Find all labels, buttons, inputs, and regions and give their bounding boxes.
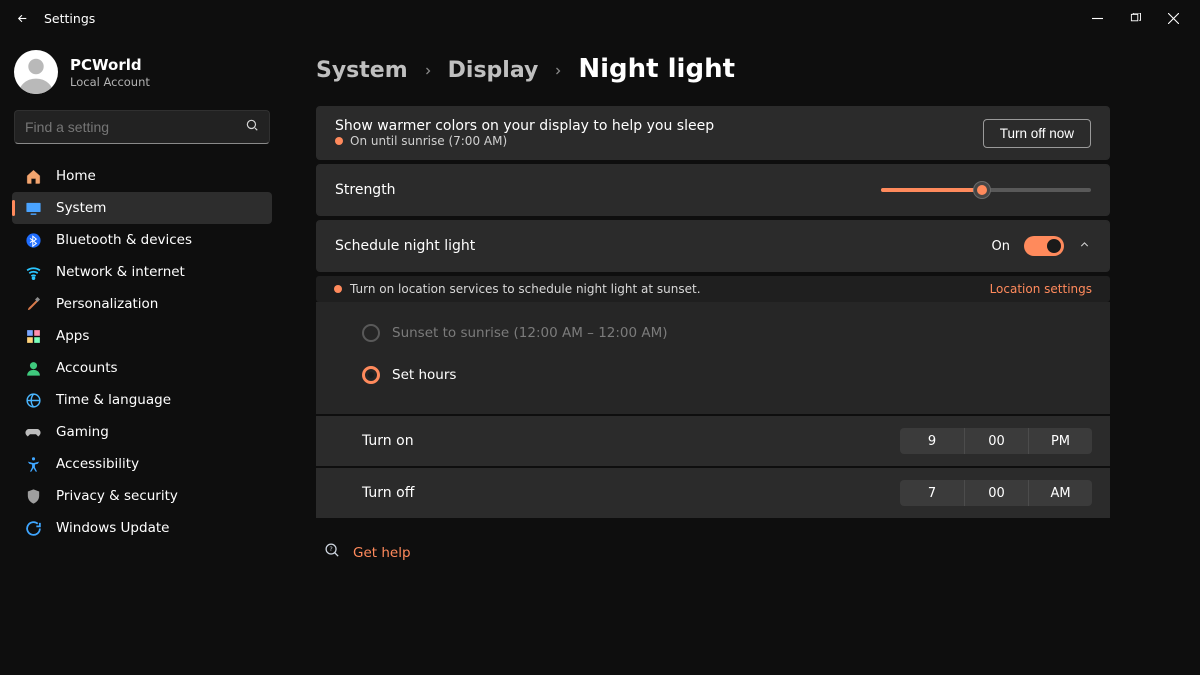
schedule-label: Schedule night light <box>335 238 475 254</box>
turn-off-time-picker[interactable]: 7 00 AM <box>900 480 1092 506</box>
sidebar-item-gaming[interactable]: Gaming <box>12 416 272 448</box>
sidebar-item-label: Time & language <box>56 392 171 408</box>
night-light-description: Show warmer colors on your display to he… <box>335 118 714 134</box>
strength-label: Strength <box>335 182 396 198</box>
sidebar-item-label: Windows Update <box>56 520 169 536</box>
breadcrumb-display[interactable]: Display <box>448 58 539 83</box>
schedule-toggle[interactable] <box>1024 236 1064 256</box>
user-name: PCWorld <box>70 56 150 74</box>
chevron-up-icon[interactable] <box>1078 238 1091 255</box>
sidebar-item-label: Apps <box>56 328 89 344</box>
sidebar-item-accounts[interactable]: Accounts <box>12 352 272 384</box>
get-help-link[interactable]: ? Get help <box>316 518 1110 563</box>
turn-on-row: Turn on 9 00 PM <box>316 416 1110 466</box>
radio-set-hours[interactable]: Set hours <box>362 354 1092 396</box>
sidebar-item-label: Bluetooth & devices <box>56 232 192 248</box>
banner-text: Turn on location services to schedule ni… <box>350 282 701 296</box>
turn-off-ampm[interactable]: AM <box>1028 480 1092 506</box>
turn-on-minute[interactable]: 00 <box>964 428 1028 454</box>
turn-off-row: Turn off 7 00 AM <box>316 468 1110 518</box>
radio-icon <box>362 366 380 384</box>
sidebar-item-label: Personalization <box>56 296 158 312</box>
location-services-banner: Turn on location services to schedule ni… <box>316 276 1110 302</box>
turn-off-label: Turn off <box>362 485 414 501</box>
sidebar-item-label: Accounts <box>56 360 118 376</box>
window-maximize-button[interactable] <box>1116 4 1154 32</box>
radio-icon <box>362 324 380 342</box>
bluetooth-icon <box>24 231 42 249</box>
sidebar-item-accessibility[interactable]: Accessibility <box>12 448 272 480</box>
home-icon <box>24 167 42 185</box>
chevron-right-icon <box>552 62 564 81</box>
wifi-icon <box>24 263 42 281</box>
sidebar-item-personalization[interactable]: Personalization <box>12 288 272 320</box>
location-settings-link[interactable]: Location settings <box>990 282 1092 296</box>
search-box[interactable] <box>14 110 270 144</box>
sidebar-item-bluetooth[interactable]: Bluetooth & devices <box>12 224 272 256</box>
get-help-label: Get help <box>353 545 411 561</box>
turn-on-ampm[interactable]: PM <box>1028 428 1092 454</box>
chevron-right-icon <box>422 62 434 81</box>
sidebar-item-label: Gaming <box>56 424 109 440</box>
sidebar-item-windows-update[interactable]: Windows Update <box>12 512 272 544</box>
radio-sunset-to-sunrise: Sunset to sunrise (12:00 AM – 12:00 AM) <box>362 312 1092 354</box>
svg-text:?: ? <box>329 545 332 553</box>
maximize-icon <box>1130 13 1141 24</box>
sidebar-item-apps[interactable]: Apps <box>12 320 272 352</box>
minimize-icon <box>1092 13 1103 24</box>
status-dot-icon <box>335 137 343 145</box>
sidebar-item-privacy[interactable]: Privacy & security <box>12 480 272 512</box>
search-input[interactable] <box>25 119 245 135</box>
system-icon <box>24 199 42 217</box>
help-icon: ? <box>324 542 341 563</box>
window-close-button[interactable] <box>1154 4 1192 32</box>
sidebar-item-label: Home <box>56 168 96 184</box>
turn-on-hour[interactable]: 9 <box>900 428 964 454</box>
sidebar-item-label: Network & internet <box>56 264 185 280</box>
page-title: Night light <box>578 54 735 84</box>
person-icon <box>24 359 42 377</box>
user-account-type: Local Account <box>70 75 150 89</box>
slider-thumb[interactable] <box>974 182 990 198</box>
radio-label: Sunset to sunrise (12:00 AM – 12:00 AM) <box>392 325 668 341</box>
breadcrumb-system[interactable]: System <box>316 58 408 83</box>
strength-slider[interactable] <box>881 188 1091 192</box>
slider-fill <box>881 188 982 192</box>
shield-icon <box>24 487 42 505</box>
sidebar-item-system[interactable]: System <box>12 192 272 224</box>
warning-dot-icon <box>334 285 342 293</box>
toggle-state-text: On <box>992 239 1010 254</box>
search-icon <box>245 118 259 136</box>
sidebar-item-home[interactable]: Home <box>12 160 272 192</box>
turn-on-label: Turn on <box>362 433 414 449</box>
sidebar-item-label: Accessibility <box>56 456 139 472</box>
sidebar-item-network[interactable]: Network & internet <box>12 256 272 288</box>
arrow-left-icon <box>16 12 29 25</box>
user-profile[interactable]: PCWorld Local Account <box>12 46 272 110</box>
sidebar-item-label: Privacy & security <box>56 488 178 504</box>
breadcrumb: System Display Night light <box>316 54 1110 84</box>
back-button[interactable] <box>8 4 36 32</box>
avatar <box>14 50 58 94</box>
radio-label: Set hours <box>392 367 456 383</box>
gamepad-icon <box>24 423 42 441</box>
window-title: Settings <box>44 11 95 26</box>
turn-off-hour[interactable]: 7 <box>900 480 964 506</box>
sidebar-item-label: System <box>56 200 106 216</box>
turn-off-minute[interactable]: 00 <box>964 480 1028 506</box>
window-minimize-button[interactable] <box>1078 4 1116 32</box>
close-icon <box>1168 13 1179 24</box>
turn-on-time-picker[interactable]: 9 00 PM <box>900 428 1092 454</box>
accessibility-icon <box>24 455 42 473</box>
apps-icon <box>24 327 42 345</box>
sidebar-item-time-language[interactable]: Time & language <box>12 384 272 416</box>
paintbrush-icon <box>24 295 42 313</box>
update-icon <box>24 519 42 537</box>
globe-clock-icon <box>24 391 42 409</box>
turn-off-now-button[interactable]: Turn off now <box>983 119 1091 148</box>
night-light-status: On until sunrise (7:00 AM) <box>350 134 507 148</box>
